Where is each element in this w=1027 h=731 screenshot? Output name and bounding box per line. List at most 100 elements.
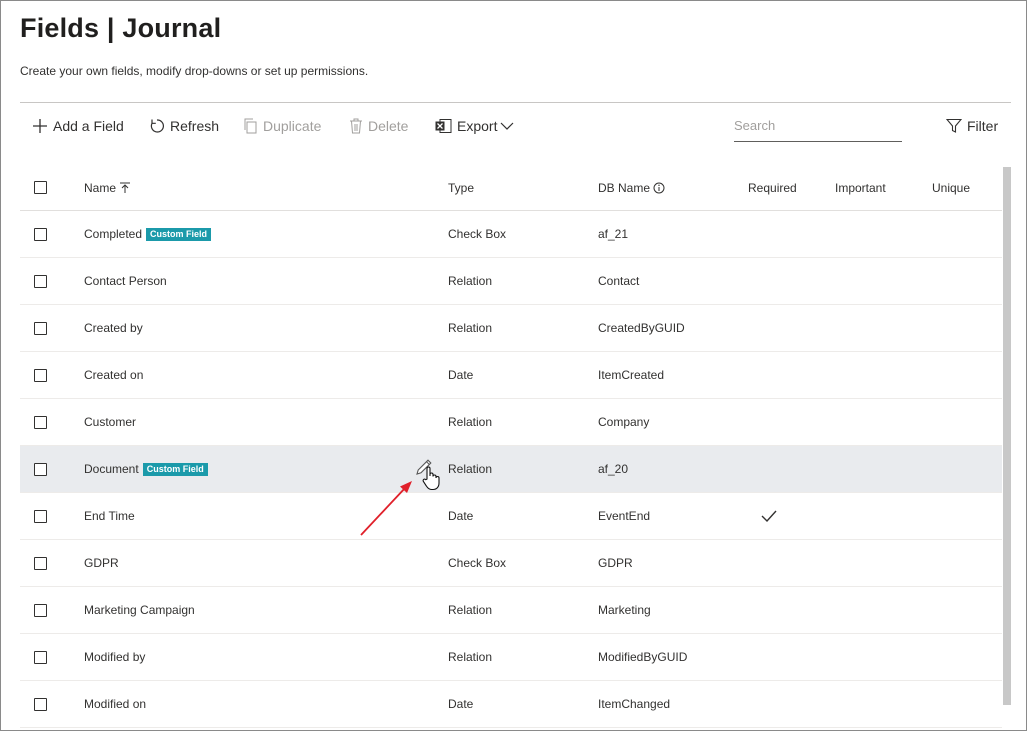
field-name-cell[interactable]: Created by	[84, 305, 143, 351]
search-input[interactable]: Search	[734, 115, 902, 142]
field-db-name: Contact	[598, 274, 640, 288]
field-db-name: ItemCreated	[598, 368, 665, 382]
field-name-cell[interactable]: Modified by	[84, 634, 145, 680]
field-name: Modified on	[84, 697, 147, 711]
field-name-cell[interactable]: Customer	[84, 399, 136, 445]
field-db-name: Company	[598, 415, 650, 429]
vertical-scrollbar[interactable]	[1003, 167, 1011, 705]
row-checkbox[interactable]	[34, 415, 47, 429]
column-unique[interactable]: Unique	[932, 165, 970, 210]
refresh-icon	[150, 119, 164, 133]
field-type: Relation	[448, 415, 493, 429]
row-checkbox-cell	[34, 446, 47, 492]
row-checkbox[interactable]	[34, 274, 47, 288]
row-checkbox-cell	[34, 399, 47, 445]
column-db-name[interactable]: DB Name	[598, 165, 665, 210]
refresh-button[interactable]: Refresh	[149, 111, 219, 141]
custom-field-badge: Custom Field	[142, 462, 208, 476]
field-db-name: EventEnd	[598, 509, 651, 523]
table-row[interactable]: Document Custom Field Relation af_20	[20, 446, 1002, 493]
delete-button[interactable]: Delete	[349, 111, 408, 141]
chevron-down-icon	[501, 122, 514, 130]
column-type[interactable]: Type	[448, 165, 474, 210]
row-checkbox-cell	[34, 258, 47, 304]
row-checkbox[interactable]	[34, 650, 47, 664]
table-row[interactable]: Contact Person Relation Contact	[20, 258, 1002, 305]
duplicate-icon	[244, 118, 257, 134]
row-checkbox[interactable]	[34, 603, 47, 617]
field-type: Relation	[448, 274, 493, 288]
trash-icon	[350, 118, 362, 134]
divider	[20, 102, 1011, 103]
page-subtitle: Create your own fields, modify drop-down…	[20, 64, 369, 78]
field-type: Relation	[448, 462, 493, 476]
table-row[interactable]: Modified by Relation ModifiedByGUID	[20, 634, 1002, 681]
row-checkbox-cell	[34, 587, 47, 633]
field-type: Date	[448, 509, 474, 523]
column-name[interactable]: Name	[84, 165, 131, 210]
field-type: Date	[448, 368, 474, 382]
duplicate-button[interactable]: Duplicate	[243, 111, 321, 141]
row-checkbox[interactable]	[34, 462, 47, 476]
info-icon[interactable]	[653, 182, 665, 194]
table-row[interactable]: Customer Relation Company	[20, 399, 1002, 446]
field-name: End Time	[84, 509, 135, 523]
field-name-cell[interactable]: End Time	[84, 493, 135, 539]
table-row[interactable]: Created by Relation CreatedByGUID	[20, 305, 1002, 352]
column-important[interactable]: Important	[835, 165, 886, 210]
filter-button[interactable]: Filter	[946, 111, 998, 141]
field-name: GDPR	[84, 556, 119, 570]
column-required[interactable]: Required	[748, 165, 797, 210]
row-checkbox-cell	[34, 352, 47, 398]
field-name-cell[interactable]: Document Custom Field	[84, 446, 208, 492]
window: Fields | Journal Create your own fields,…	[0, 0, 1027, 731]
column-name-label: Name	[84, 180, 117, 195]
checkmark-icon	[761, 510, 777, 522]
field-name-cell[interactable]: Completed Custom Field	[84, 211, 212, 257]
row-checkbox[interactable]	[34, 368, 47, 382]
table-row[interactable]: Created on Date ItemCreated	[20, 352, 1002, 399]
field-name-cell[interactable]: GDPR	[84, 540, 119, 586]
fields-table: Name Type DB Name Required Important Uni…	[20, 165, 1002, 728]
export-button[interactable]: Export	[435, 111, 514, 141]
filter-label: Filter	[967, 118, 999, 134]
field-type: Check Box	[448, 556, 507, 570]
field-db-name: GDPR	[598, 556, 633, 570]
custom-field-badge: Custom Field	[146, 227, 212, 241]
sort-ascending-icon	[120, 182, 131, 193]
excel-icon	[435, 119, 452, 133]
field-db-name: af_21	[598, 227, 629, 241]
row-checkbox-cell	[34, 305, 47, 351]
row-checkbox[interactable]	[34, 556, 47, 570]
field-name: Modified by	[84, 650, 146, 664]
field-type: Relation	[448, 650, 493, 664]
row-checkbox[interactable]	[34, 509, 47, 523]
add-field-button[interactable]: Add a Field	[32, 111, 124, 141]
table-row[interactable]: Marketing Campaign Relation Marketing	[20, 587, 1002, 634]
table-row[interactable]: Completed Custom Field Check Box af_21	[20, 211, 1002, 258]
hand-cursor-icon	[422, 466, 440, 491]
row-checkbox-cell	[34, 211, 47, 257]
field-name-cell[interactable]: Contact Person	[84, 258, 167, 304]
field-name: Contact Person	[84, 274, 167, 288]
row-checkbox[interactable]	[34, 697, 47, 711]
row-checkbox-cell	[34, 634, 47, 680]
field-name-cell[interactable]: Created on	[84, 352, 143, 398]
row-checkbox[interactable]	[34, 227, 47, 241]
table-row[interactable]: End Time Date EventEnd	[20, 493, 1002, 540]
export-label: Export	[457, 118, 498, 134]
field-name: Created by	[84, 321, 143, 335]
field-name-cell[interactable]: Marketing Campaign	[84, 587, 195, 633]
field-db-name: CreatedByGUID	[598, 321, 685, 335]
delete-label: Delete	[368, 118, 409, 134]
field-name-cell[interactable]: Modified on	[84, 681, 146, 727]
add-field-label: Add a Field	[53, 118, 124, 134]
field-name: Customer	[84, 415, 137, 429]
row-checkbox-cell	[34, 540, 47, 586]
select-all-checkbox[interactable]	[34, 181, 47, 194]
row-checkbox[interactable]	[34, 321, 47, 335]
field-name: Marketing Campaign	[84, 603, 195, 617]
table-row[interactable]: Modified on Date ItemChanged	[20, 681, 1002, 728]
table-row[interactable]: GDPR Check Box GDPR	[20, 540, 1002, 587]
plus-icon	[33, 119, 47, 133]
